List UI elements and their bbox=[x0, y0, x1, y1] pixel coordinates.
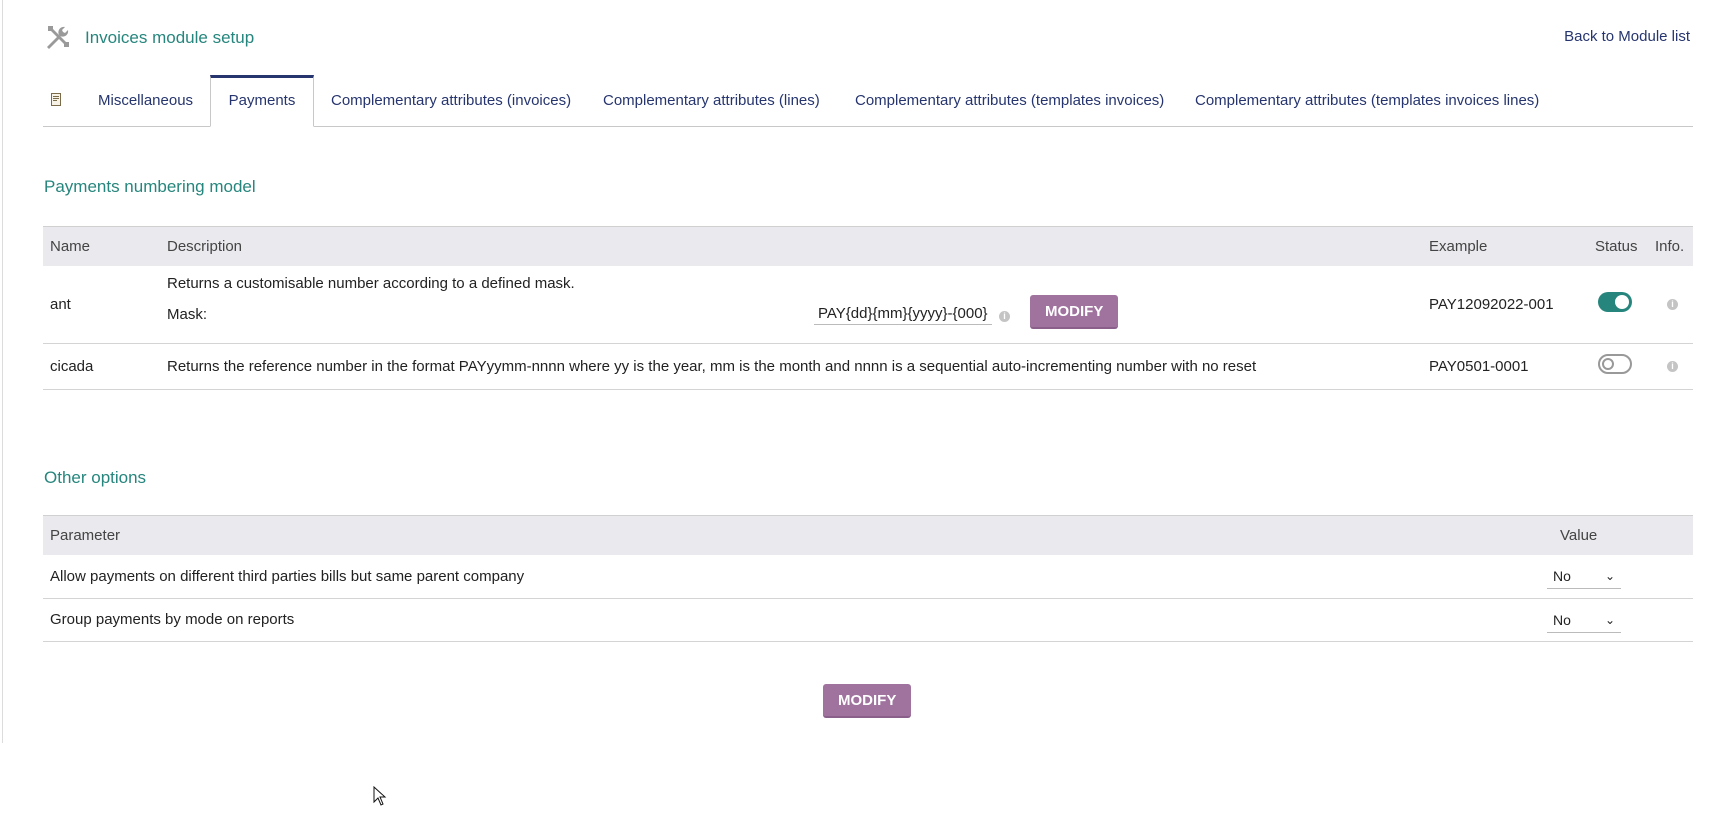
numbering-section-title: Payments numbering model bbox=[44, 177, 256, 196]
option-parameter: Group payments by mode on reports bbox=[43, 598, 1530, 642]
status-cell bbox=[1588, 266, 1655, 344]
column-info: Info. bbox=[1655, 226, 1693, 266]
tab-complementary-templates-invoices-lines[interactable]: Complementary attributes (templates invo… bbox=[1195, 75, 1539, 126]
options-header-row: Parameter Value bbox=[43, 515, 1693, 555]
mask-input[interactable] bbox=[814, 303, 992, 326]
options-section-title: Other options bbox=[44, 468, 147, 487]
model-name: cicada bbox=[43, 343, 160, 390]
back-to-module-list-link[interactable]: Back to Module list bbox=[1564, 28, 1690, 45]
tab-bar: Miscellaneous Payments Complementary att… bbox=[43, 75, 1693, 127]
tab-miscellaneous[interactable]: Miscellaneous bbox=[98, 75, 193, 126]
info-cell: i bbox=[1655, 266, 1693, 344]
model-description: Returns the reference number in the form… bbox=[160, 343, 1422, 390]
model-example: PAY0501-0001 bbox=[1422, 343, 1588, 390]
mouse-cursor-icon bbox=[373, 786, 387, 806]
tools-icon bbox=[47, 26, 69, 49]
table-row: Allow payments on different third partie… bbox=[43, 555, 1693, 599]
table-row: Group payments by mode on reports No ⌄ bbox=[43, 598, 1693, 642]
modify-options-button[interactable]: MODIFY bbox=[823, 684, 912, 718]
model-name: ant bbox=[43, 266, 160, 344]
tab-complementary-templates-invoices[interactable]: Complementary attributes (templates invo… bbox=[855, 75, 1164, 126]
mask-info-icon[interactable]: i bbox=[999, 311, 1010, 323]
chevron-down-icon: ⌄ bbox=[1604, 612, 1615, 627]
column-status: Status bbox=[1588, 226, 1655, 266]
mask-label: Mask: bbox=[167, 306, 208, 324]
numbering-table: Name Description Example Status Info. an… bbox=[43, 226, 1693, 390]
info-cell: i bbox=[1655, 343, 1693, 390]
column-description: Description bbox=[160, 226, 1422, 266]
model-description: Returns a customisable number according … bbox=[167, 275, 575, 293]
left-divider bbox=[2, 0, 3, 743]
chevron-down-icon: ⌄ bbox=[1604, 569, 1615, 584]
table-row: ant Returns a customisable number accord… bbox=[43, 266, 1693, 344]
tab-payments[interactable]: Payments bbox=[210, 75, 314, 127]
table-row: cicada Returns the reference number in t… bbox=[43, 343, 1693, 390]
column-name: Name bbox=[43, 226, 160, 266]
status-toggle-off[interactable] bbox=[1598, 354, 1632, 374]
modify-mask-button[interactable]: MODIFY bbox=[1030, 295, 1119, 330]
option-parameter: Allow payments on different third partie… bbox=[43, 555, 1530, 599]
tab-complementary-lines[interactable]: Complementary attributes (lines) bbox=[603, 75, 820, 126]
column-parameter: Parameter bbox=[43, 515, 1530, 555]
option-select-value: No bbox=[1553, 611, 1571, 628]
option-value-cell: No ⌄ bbox=[1530, 555, 1693, 599]
page-title: Invoices module setup bbox=[85, 28, 255, 47]
status-toggle-on[interactable] bbox=[1598, 292, 1632, 313]
option-value-cell: No ⌄ bbox=[1530, 598, 1693, 642]
options-table: Parameter Value Allow payments on differ… bbox=[43, 515, 1693, 642]
numbering-header-row: Name Description Example Status Info. bbox=[43, 226, 1693, 266]
option-select[interactable]: No ⌄ bbox=[1547, 563, 1621, 590]
option-select[interactable]: No ⌄ bbox=[1547, 607, 1621, 633]
tab-document[interactable] bbox=[43, 75, 83, 126]
page-header: Invoices module setup Back to Module lis… bbox=[44, 20, 1690, 54]
info-icon[interactable]: i bbox=[1667, 299, 1678, 311]
document-icon bbox=[51, 93, 61, 106]
model-description-cell: Returns a customisable number according … bbox=[160, 266, 1422, 344]
column-value: Value bbox=[1530, 515, 1693, 555]
model-example: PAY12092022-001 bbox=[1422, 266, 1588, 344]
column-example: Example bbox=[1422, 226, 1588, 266]
option-select-value: No bbox=[1553, 568, 1571, 585]
tab-complementary-invoices[interactable]: Complementary attributes (invoices) bbox=[331, 75, 571, 126]
info-icon[interactable]: i bbox=[1667, 361, 1678, 373]
status-cell bbox=[1588, 343, 1655, 390]
